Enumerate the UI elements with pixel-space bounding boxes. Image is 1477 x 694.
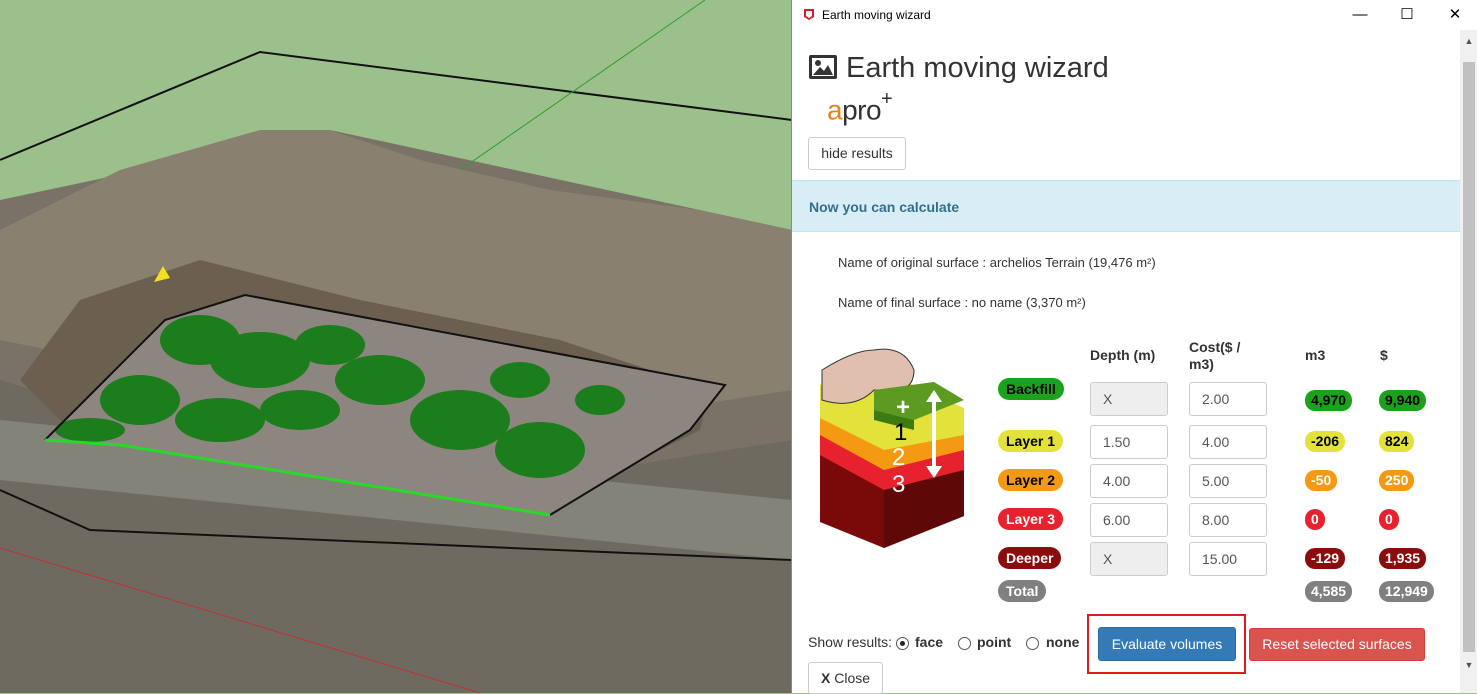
radio-face[interactable] — [896, 637, 909, 650]
title-bar: Earth moving wizard — ☐ ✕ — [792, 0, 1477, 30]
row-label-layer-1: Layer 1 — [998, 430, 1064, 452]
usd-value-total: 12,949 — [1379, 581, 1434, 602]
scroll-down-arrow-icon[interactable]: ▼ — [1460, 660, 1477, 674]
m3-value-layer-1: -206 — [1305, 431, 1346, 452]
cost-input-layer-2[interactable]: 5.00 — [1189, 464, 1267, 498]
scroll-up-arrow-icon[interactable]: ▲ — [1460, 36, 1477, 50]
depth-input-layer-1[interactable]: 1.50 — [1090, 425, 1168, 459]
depth-input-backfill[interactable]: X — [1090, 382, 1168, 416]
close-window-button[interactable]: ✕ — [1432, 0, 1477, 30]
m3-value-deeper: -129 — [1305, 548, 1346, 569]
maximize-button[interactable]: ☐ — [1384, 0, 1430, 30]
page-title: Earth moving wizard — [846, 52, 1109, 84]
earth-moving-dialog: Earth moving wizard — ☐ ✕ ▲ ▼ Earth movi… — [791, 0, 1477, 694]
radio-point[interactable] — [958, 637, 971, 650]
usd-value-deeper: 1,935 — [1379, 548, 1427, 569]
show-results-label: Show results: — [808, 634, 893, 650]
cost-input-layer-1[interactable]: 4.00 — [1189, 425, 1267, 459]
m3-value-layer-2: -50 — [1305, 470, 1338, 491]
hide-results-button[interactable]: hide results — [808, 137, 906, 170]
m3-column-header: m3 — [1305, 347, 1326, 363]
depth-input-layer-3[interactable]: 6.00 — [1090, 503, 1168, 537]
usd-value-layer-2: 250 — [1379, 470, 1415, 491]
reset-surfaces-button[interactable]: Reset selected surfaces — [1249, 628, 1425, 661]
minimize-button[interactable]: — — [1337, 0, 1383, 30]
cost-input-backfill[interactable]: 2.00 — [1189, 382, 1267, 416]
vertical-scrollbar[interactable]: ▲ ▼ — [1460, 30, 1477, 693]
soil-layers-diagram: + 1 2 3 — [820, 348, 964, 548]
usd-value-layer-3: 0 — [1379, 509, 1399, 530]
final-surface-info: Name of final surface : no name (3,370 m… — [838, 295, 1086, 310]
3d-viewport[interactable] — [0, 0, 792, 693]
sketchup-app-icon — [804, 9, 814, 20]
radio-point-label[interactable]: point — [977, 634, 1011, 650]
diagram-1: 1 — [894, 419, 907, 446]
window-title: Earth moving wizard — [822, 8, 931, 22]
m3-value-backfill: 4,970 — [1305, 390, 1353, 411]
cost-input-layer-3[interactable]: 8.00 — [1189, 503, 1267, 537]
diagram-3: 3 — [892, 471, 905, 498]
usd-column-header: $ — [1380, 347, 1388, 363]
m3-value-total: 4,585 — [1305, 581, 1353, 602]
scroll-thumb[interactable] — [1463, 62, 1475, 652]
row-label-deeper: Deeper — [998, 547, 1062, 569]
alert-text: Now you can calculate — [809, 199, 960, 215]
row-label-layer-3: Layer 3 — [998, 508, 1064, 530]
radio-none-label[interactable]: none — [1046, 634, 1079, 650]
cost-input-deeper[interactable]: 15.00 — [1189, 542, 1267, 576]
close-button[interactable]: X Close — [808, 662, 883, 694]
usd-value-layer-1: 824 — [1379, 431, 1415, 452]
m3-value-layer-3: 0 — [1305, 509, 1325, 530]
depth-input-layer-2[interactable]: 4.00 — [1090, 464, 1168, 498]
depth-input-deeper[interactable]: X — [1090, 542, 1168, 576]
radio-face-label[interactable]: face — [915, 634, 943, 650]
info-alert: Now you can calculate — [792, 180, 1460, 232]
cost-column-header: Cost($ / m3) — [1189, 339, 1241, 372]
usd-value-backfill: 9,940 — [1379, 390, 1427, 411]
row-label-total: Total — [998, 580, 1047, 602]
diagram-plus: + — [896, 394, 910, 421]
depth-column-header: Depth (m) — [1090, 347, 1156, 363]
picture-icon — [809, 55, 837, 79]
apro-logo: apro+ — [827, 88, 893, 126]
radio-none[interactable] — [1026, 637, 1039, 650]
original-surface-info: Name of original surface : archelios Ter… — [838, 255, 1156, 270]
evaluate-volumes-button[interactable]: Evaluate volumes — [1098, 627, 1236, 661]
row-label-backfill: Backfill — [998, 378, 1064, 400]
row-label-layer-2: Layer 2 — [998, 469, 1064, 491]
diagram-2: 2 — [892, 444, 905, 471]
